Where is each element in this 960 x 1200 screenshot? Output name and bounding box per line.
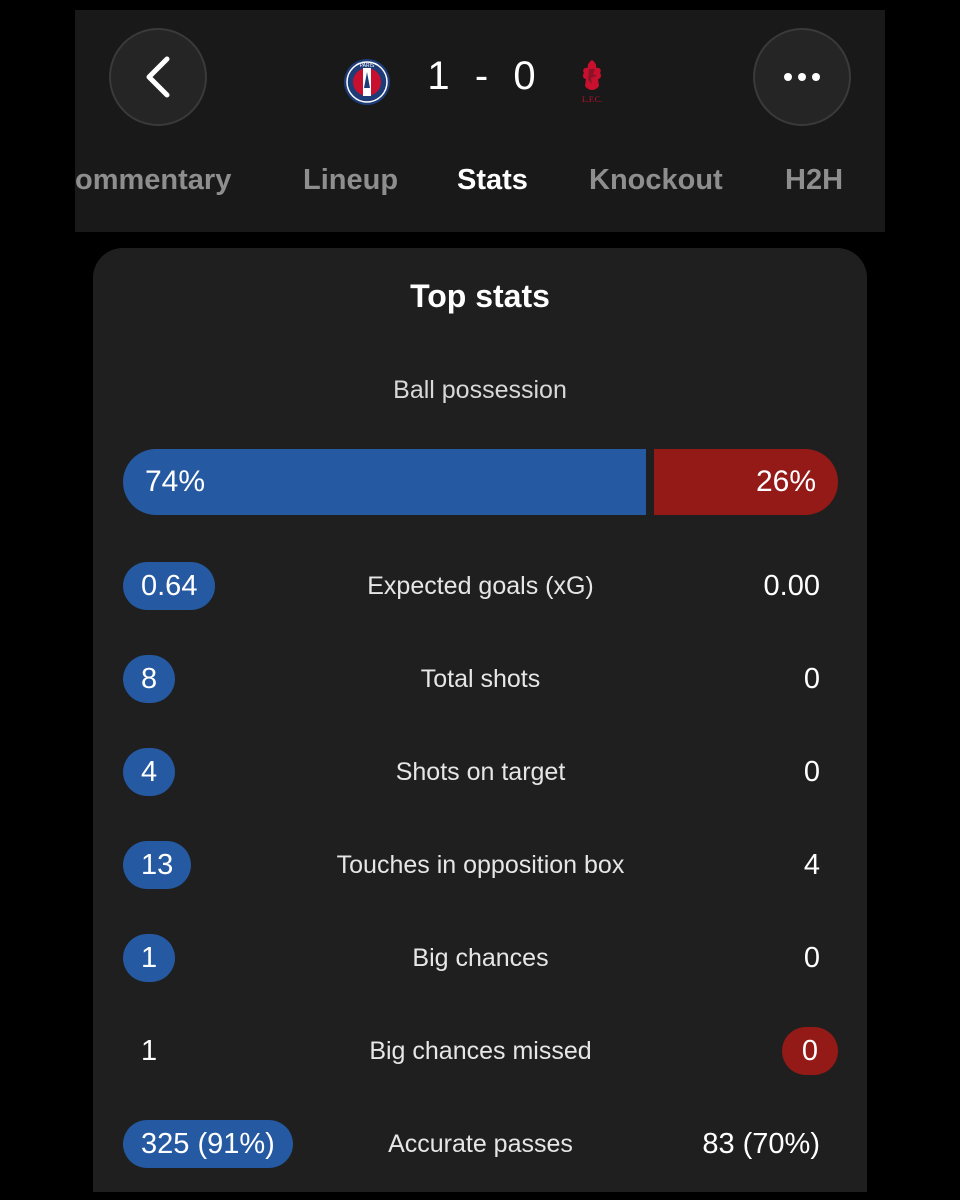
- chevron-left-icon: [146, 56, 170, 98]
- possession-divider: [646, 449, 654, 515]
- top-stats-card: Top stats Ball possession 74% 26% 0.64 E…: [93, 248, 867, 1192]
- match-screen: PARIS 1 - 0 L.F.C. ommentary Lineup Stat…: [75, 10, 885, 1192]
- stat-row-total-shots: 8 Total shots 0: [123, 655, 838, 703]
- match-header: PARIS 1 - 0 L.F.C. ommentary Lineup Stat…: [75, 10, 885, 232]
- stat-label: Shots on target: [395, 758, 566, 786]
- psg-crest-text: PARIS: [360, 63, 375, 69]
- home-value: 4: [123, 748, 176, 796]
- home-value: 8: [123, 655, 176, 703]
- stat-label: Total shots: [420, 665, 541, 693]
- scoreline: PARIS 1 - 0 L.F.C.: [343, 50, 613, 114]
- possession-label: Ball possession: [393, 376, 567, 404]
- psg-crest-icon: PARIS: [344, 59, 390, 105]
- stat-row-big-chances-missed: 1 Big chances missed 0: [123, 1027, 838, 1075]
- home-value: 1: [141, 1035, 158, 1067]
- stat-row-accurate-passes: 325 (91%) Accurate passes 83 (70%): [123, 1120, 838, 1168]
- stat-row-xg: 0.64 Expected goals (xG) 0.00: [123, 562, 838, 610]
- stat-label: Touches in opposition box: [336, 851, 625, 879]
- home-value: 1: [123, 934, 176, 982]
- stat-label: Big chances: [412, 944, 549, 972]
- stat-label: Expected goals (xG): [367, 572, 594, 600]
- more-dots-icon: [784, 73, 820, 81]
- tab-stats[interactable]: Stats: [457, 158, 528, 202]
- possession-away-value: 26%: [755, 465, 816, 498]
- stat-row-touches-opp-box: 13 Touches in opposition box 4: [123, 841, 838, 889]
- tab-lineup[interactable]: Lineup: [303, 158, 398, 202]
- tab-commentary[interactable]: ommentary: [75, 158, 231, 202]
- away-value: 0: [803, 756, 820, 788]
- back-button[interactable]: [109, 28, 207, 126]
- possession-bar: 74% 26%: [123, 449, 838, 515]
- tab-h2h[interactable]: H2H: [785, 158, 843, 202]
- score: 1 - 0: [427, 54, 537, 98]
- match-tabs: ommentary Lineup Stats Knockout H2H: [75, 158, 885, 202]
- possession-away-segment: 26%: [654, 449, 838, 515]
- away-value: 0: [803, 663, 820, 695]
- lfc-crest-text: L.F.C.: [582, 95, 602, 104]
- stat-label: Accurate passes: [388, 1130, 573, 1158]
- home-value: 13: [123, 841, 192, 889]
- card-title: Top stats: [410, 278, 550, 314]
- tab-knockout[interactable]: Knockout: [589, 158, 723, 202]
- away-value: 4: [803, 849, 820, 881]
- lfc-crest-icon: L.F.C.: [582, 60, 602, 104]
- away-value: 0: [803, 942, 820, 974]
- away-value: 0.00: [763, 570, 820, 602]
- away-value: 0: [781, 1027, 838, 1075]
- stat-row-big-chances: 1 Big chances 0: [123, 934, 838, 982]
- more-options-button[interactable]: [753, 28, 851, 126]
- possession-home-value: 74%: [145, 465, 206, 498]
- home-value: 0.64: [123, 562, 216, 610]
- stat-label: Big chances missed: [369, 1037, 592, 1065]
- possession-home-segment: 74%: [123, 449, 646, 515]
- stat-row-shots-on-target: 4 Shots on target 0: [123, 748, 838, 796]
- away-value: 83 (70%): [702, 1128, 820, 1160]
